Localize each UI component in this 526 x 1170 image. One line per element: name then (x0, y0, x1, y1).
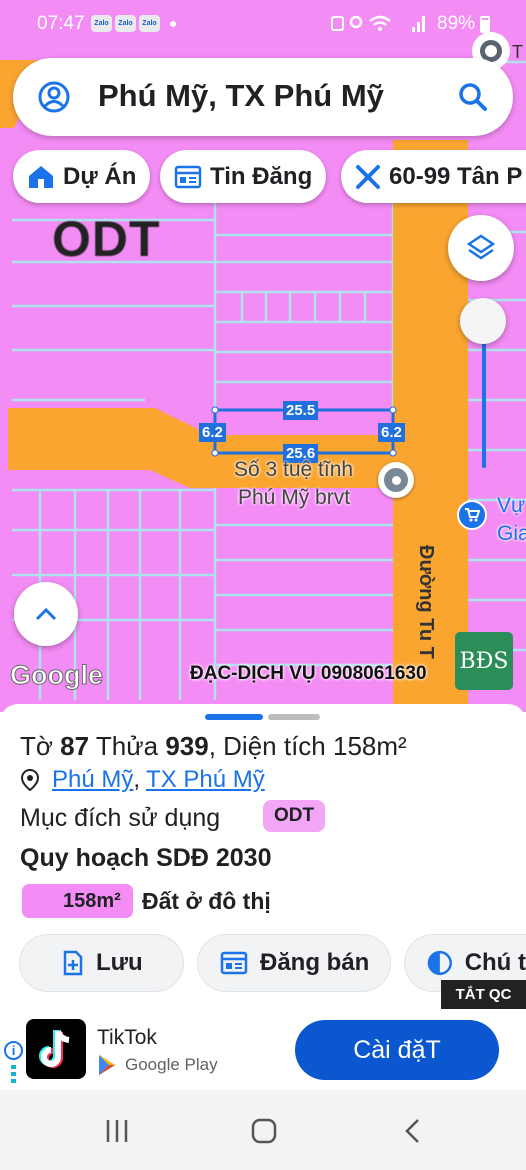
post-sale-label: Đăng bán (260, 949, 370, 976)
search-icon[interactable] (457, 81, 489, 113)
battery-icon (480, 16, 490, 33)
save-label: Lưu (96, 949, 143, 976)
ad-dots-icon (11, 1065, 16, 1085)
shop-cart-icon[interactable] (457, 500, 487, 530)
battery-percent: 89% (437, 13, 476, 34)
zalo-notification-icon: Zalo (139, 15, 160, 32)
search-bar[interactable]: Phú Mỹ, TX Phú Mỹ (13, 58, 513, 136)
zone-label: ODT (52, 211, 161, 267)
ad-banner[interactable]: i TikTok Google Play Cài đặT (0, 1010, 526, 1090)
expand-sheet-button[interactable] (14, 582, 78, 646)
chip-du-an[interactable]: Dự Án (13, 150, 151, 203)
account-icon[interactable] (37, 80, 71, 114)
ruler-cross-icon (356, 164, 380, 189)
chip-tan-phu[interactable]: 60-99 Tân P (341, 150, 526, 203)
plot-summary: Tờ 87 Thửa 939, Diện tích 158m² (20, 731, 407, 761)
post-sale-button[interactable]: Đăng bán (197, 934, 391, 992)
chip-label: 60-99 Tân P (389, 162, 523, 190)
layers-button[interactable] (448, 215, 514, 281)
chip-label: Tin Đăng (210, 162, 313, 190)
sheet-number: 87 (60, 731, 90, 761)
dimension-right: 6.2 (378, 423, 405, 442)
search-title[interactable]: Phú Mỹ, TX Phú Mỹ (98, 78, 384, 114)
ad-store: Google Play (97, 1054, 218, 1076)
plot-label: Thửa (95, 731, 159, 761)
dimension-top: 25.5 (283, 401, 319, 420)
app-root: ODT 25.5 25.6 6.2 6.2 Số 3 tuệ tĩnh Phú … (0, 0, 526, 1170)
google-logo: Google (10, 660, 104, 691)
home-icon[interactable] (250, 1117, 278, 1145)
bds-logo[interactable]: BĐS (455, 632, 513, 690)
dimension-left: 6.2 (199, 423, 226, 442)
zalo-notification-icon: Zalo (115, 15, 136, 32)
status-bar: 07:47 Zalo Zalo Zalo 89% (0, 0, 526, 50)
ad-store-label: Google Play (125, 1055, 218, 1074)
opacity-slider-handle[interactable] (460, 298, 506, 344)
install-button[interactable]: Cài đặT (295, 1020, 499, 1080)
plan-title: Quy hoạch SDĐ 2030 (20, 844, 272, 872)
map-ad-text: ĐẠC-DỊCH VỤ 0908061630 (190, 663, 427, 684)
street-label: Đường Tu T (415, 545, 437, 659)
notification-dot-icon (170, 21, 176, 27)
ward-link[interactable]: Phú Mỹ (52, 766, 133, 794)
status-time: 07:47 (37, 13, 85, 34)
location-separator: , (133, 766, 141, 793)
chip-tin-dang[interactable]: Tin Đăng (160, 150, 327, 203)
ad-info-icon[interactable]: i (4, 1041, 23, 1060)
newspaper-icon (174, 165, 202, 188)
note-label: Chú t (464, 949, 526, 976)
back-icon[interactable] (402, 1117, 422, 1145)
shop-label-1: Vự (497, 494, 526, 517)
place-pin-icon[interactable] (378, 462, 414, 498)
purpose-badge: ODT (263, 800, 326, 832)
sheet-label: Tờ (20, 731, 53, 761)
sheet-handle-active[interactable] (205, 714, 263, 720)
close-ad-button[interactable]: TẮT QC (441, 980, 526, 1009)
zalo-notification-icon: Zalo (91, 15, 112, 32)
shop-label-2: Gia (497, 522, 526, 545)
legend-text: Đất ở đô thị (142, 888, 271, 914)
tiktok-logo-icon (26, 1019, 86, 1079)
place-label-line2: Phú Mỹ brvt (238, 486, 351, 509)
bds-logo-text: BĐS (459, 648, 509, 674)
house-icon (29, 165, 53, 188)
newspaper-icon (220, 951, 248, 975)
location-pin-icon (20, 768, 40, 792)
purpose-label: Mục đích sử dụng (20, 804, 221, 832)
add-bookmark-icon (63, 950, 83, 976)
ad-app-name: TikTok (97, 1026, 157, 1049)
plot-number: 939 (165, 731, 209, 761)
chip-label: Dự Án (63, 162, 137, 190)
town-link[interactable]: TX Phú Mỹ (146, 766, 265, 794)
place-label-line1: Số 3 tuệ tĩnh (234, 458, 354, 481)
location-row: Phú Mỹ, TX Phú Mỹ (20, 766, 265, 794)
recent-apps-icon[interactable] (104, 1118, 130, 1144)
google-play-icon (99, 1055, 115, 1075)
system-nav-bar (0, 1090, 526, 1170)
sheet-handle-inactive[interactable] (268, 714, 320, 720)
status-icons (330, 13, 425, 40)
legend-area: 158m² (63, 890, 121, 912)
area-value: 158m² (333, 731, 407, 761)
wifi-signal-icon (331, 15, 425, 32)
chevron-up-icon (35, 607, 57, 621)
contrast-icon (427, 950, 452, 976)
layers-icon (466, 234, 496, 260)
save-button[interactable]: Lưu (19, 934, 184, 992)
area-label: Diện tích (223, 731, 326, 761)
